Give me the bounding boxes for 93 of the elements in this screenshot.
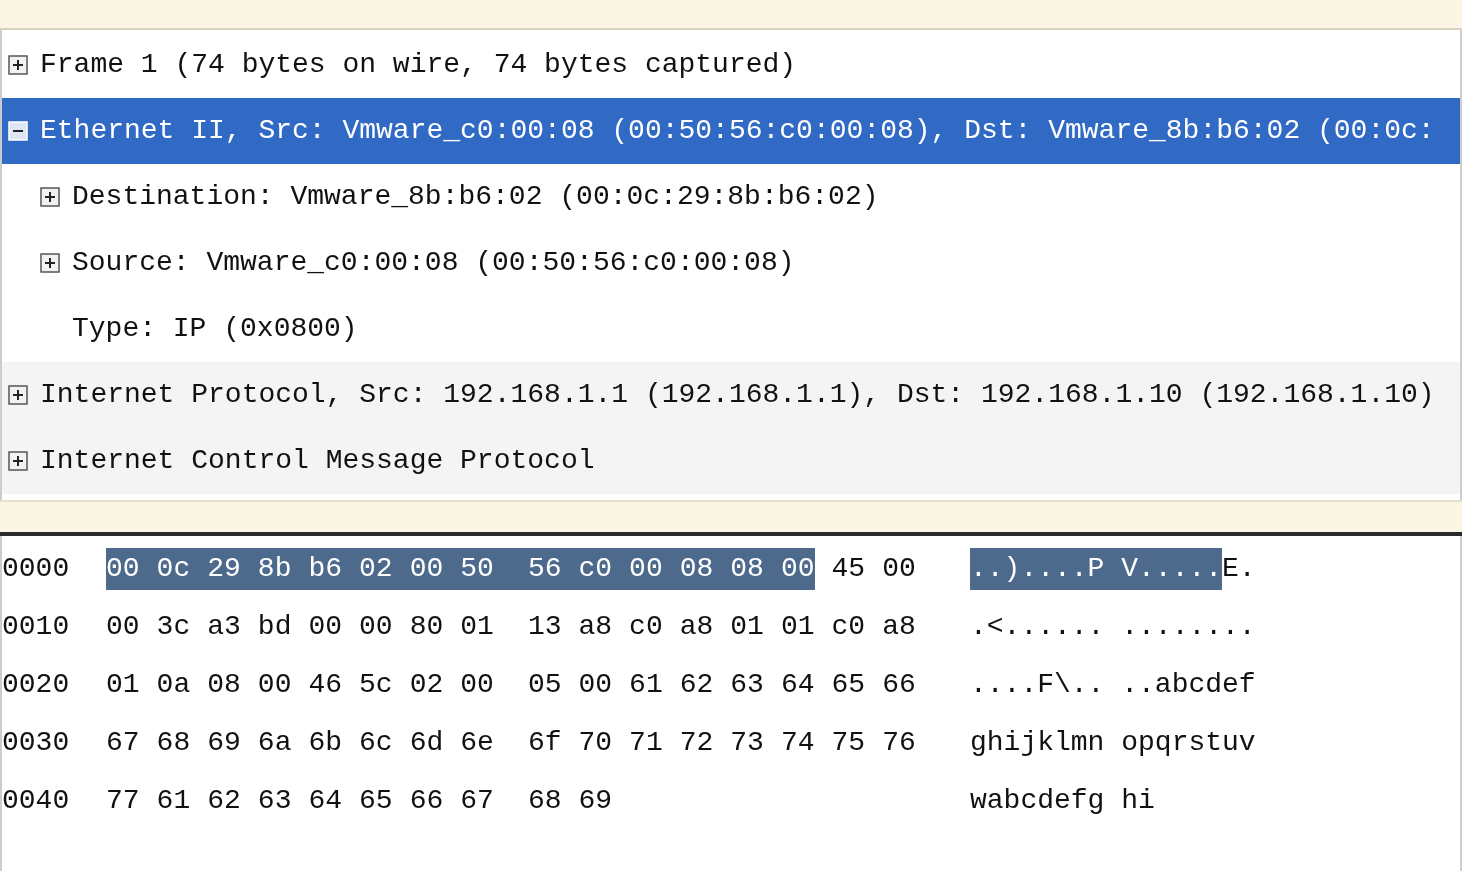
hex-byte[interactable]: 65 xyxy=(359,780,410,822)
hex-byte[interactable]: 61 xyxy=(629,664,680,706)
hex-byte[interactable]: 08 xyxy=(679,548,731,590)
ascii-text: ghijklmn opqrstuv xyxy=(970,726,1256,760)
hex-byte[interactable]: 00 xyxy=(460,664,528,706)
hex-byte[interactable]: 00 xyxy=(578,664,630,706)
offset-label: 0000 xyxy=(2,552,71,586)
hex-byte[interactable]: 00 xyxy=(106,606,157,648)
tree-item[interactable]: Type: IP (0x0800) xyxy=(2,296,1460,362)
hex-byte[interactable]: 01 xyxy=(780,606,832,648)
hex-byte[interactable]: b6 xyxy=(308,548,360,590)
hex-byte[interactable]: 00 xyxy=(359,606,410,648)
hex-byte[interactable]: 01 xyxy=(460,606,528,648)
hex-byte[interactable]: 64 xyxy=(780,664,832,706)
hex-byte[interactable]: 00 xyxy=(629,548,680,590)
hex-byte[interactable]: 50 xyxy=(460,548,528,590)
hex-byte[interactable]: 6b xyxy=(308,722,360,764)
hex-byte[interactable]: 13 xyxy=(527,606,579,648)
hex-byte[interactable]: 08 xyxy=(207,664,258,706)
hex-byte[interactable]: 29 xyxy=(207,548,258,590)
hex-byte[interactable]: 3c xyxy=(156,606,208,648)
hex-byte[interactable]: 5c xyxy=(359,664,410,706)
hex-byte[interactable]: 67 xyxy=(460,780,528,822)
hex-byte[interactable]: a3 xyxy=(207,606,258,648)
hex-byte[interactable]: 0c xyxy=(156,548,208,590)
hex-byte[interactable]: c0 xyxy=(629,606,680,648)
hex-byte[interactable]: 6d xyxy=(409,722,461,764)
offset-label: 0030 xyxy=(2,726,71,760)
hex-byte[interactable]: 00 xyxy=(780,548,815,590)
tree-item[interactable]: Internet Protocol, Src: 192.168.1.1 (192.168.1.1), Dst: 192.168.1.10 (192.168.1.10) xyxy=(2,362,1460,428)
hex-byte[interactable]: 05 xyxy=(527,664,579,706)
hex-byte[interactable]: a8 xyxy=(882,606,933,648)
hex-byte[interactable]: 63 xyxy=(730,664,781,706)
hex-byte[interactable]: 73 xyxy=(730,722,781,764)
hex-byte[interactable]: 02 xyxy=(359,548,410,590)
hex-byte[interactable]: 00 xyxy=(409,548,461,590)
hex-byte[interactable]: 61 xyxy=(156,780,208,822)
hex-byte[interactable]: 68 xyxy=(527,780,579,822)
hex-byte[interactable]: a8 xyxy=(578,606,630,648)
hex-byte[interactable]: 80 xyxy=(409,606,461,648)
hex-byte[interactable]: c0 xyxy=(831,606,883,648)
ascii-text: .<...... ........ xyxy=(970,610,1256,644)
hex-byte[interactable]: 77 xyxy=(106,780,157,822)
offset-label: 0020 xyxy=(2,668,71,702)
offset-label: 0010 xyxy=(2,610,71,644)
ascii-text: E. xyxy=(1222,552,1256,586)
hex-byte[interactable]: 00 xyxy=(106,548,157,590)
hex-byte[interactable]: 70 xyxy=(578,722,630,764)
hex-byte[interactable]: 00 xyxy=(882,548,933,590)
hex-byte[interactable]: 64 xyxy=(308,780,360,822)
hex-byte[interactable]: 63 xyxy=(257,780,309,822)
hex-byte[interactable]: 75 xyxy=(831,722,883,764)
hex-byte[interactable]: 71 xyxy=(629,722,680,764)
hex-byte[interactable]: 56 xyxy=(527,548,579,590)
hex-byte[interactable]: bd xyxy=(257,606,309,648)
hex-byte[interactable]: 72 xyxy=(679,722,731,764)
hex-byte[interactable]: 65 xyxy=(831,664,883,706)
pane-splitter[interactable] xyxy=(0,500,1462,536)
hex-byte[interactable]: a8 xyxy=(679,606,731,648)
ascii-text: ..)....P V..... xyxy=(970,548,1223,590)
hex-byte[interactable]: 6c xyxy=(359,722,410,764)
hex-byte[interactable]: 00 xyxy=(308,606,360,648)
ascii-text: wabcdefg hi xyxy=(970,784,1155,818)
hex-byte[interactable]: 67 xyxy=(106,722,157,764)
hex-byte[interactable]: 01 xyxy=(730,606,781,648)
hex-byte[interactable]: 68 xyxy=(156,722,208,764)
hex-byte[interactable]: 6a xyxy=(257,722,309,764)
ascii-text: ....F\.. ..abcdef xyxy=(970,668,1256,702)
hex-byte[interactable]: c0 xyxy=(578,548,630,590)
hex-byte[interactable]: 8b xyxy=(257,548,309,590)
hex-byte[interactable]: 62 xyxy=(679,664,731,706)
hex-byte[interactable]: 01 xyxy=(106,664,157,706)
tree-item[interactable]: Destination: Vmware_8b:b6:02 (00:0c:29:8b:b6:02) xyxy=(2,164,1460,230)
hex-byte[interactable]: 66 xyxy=(882,664,933,706)
hex-byte[interactable]: 02 xyxy=(409,664,461,706)
offset-label: 0040 xyxy=(2,784,71,818)
hex-byte[interactable]: 74 xyxy=(780,722,832,764)
tree-item[interactable]: Ethernet II, Src: Vmware_c0:00:08 (00:50:56:c0:00:08), Dst: Vmware_8b:b6:02 (00:0c: xyxy=(2,98,1460,164)
hex-byte[interactable]: 69 xyxy=(578,780,630,822)
hex-byte[interactable]: 0a xyxy=(156,664,208,706)
hex-byte[interactable]: 66 xyxy=(409,780,461,822)
hex-byte[interactable]: 08 xyxy=(730,548,781,590)
tree-item[interactable]: Internet Control Message Protocol xyxy=(2,428,1460,494)
hex-byte[interactable]: 6f xyxy=(527,722,579,764)
hex-byte[interactable]: 00 xyxy=(257,664,309,706)
hex-byte[interactable]: 69 xyxy=(207,722,258,764)
hex-byte[interactable]: 76 xyxy=(882,722,933,764)
hex-byte[interactable]: 62 xyxy=(207,780,258,822)
hex-byte[interactable]: 46 xyxy=(308,664,360,706)
tree-item[interactable]: Frame 1 (74 bytes on wire, 74 bytes captured) xyxy=(2,32,1460,98)
hex-byte[interactable]: 6e xyxy=(460,722,528,764)
tree-item[interactable]: Source: Vmware_c0:00:08 (00:50:56:c0:00:08) xyxy=(2,230,1460,296)
hex-byte[interactable]: 45 xyxy=(831,548,883,590)
